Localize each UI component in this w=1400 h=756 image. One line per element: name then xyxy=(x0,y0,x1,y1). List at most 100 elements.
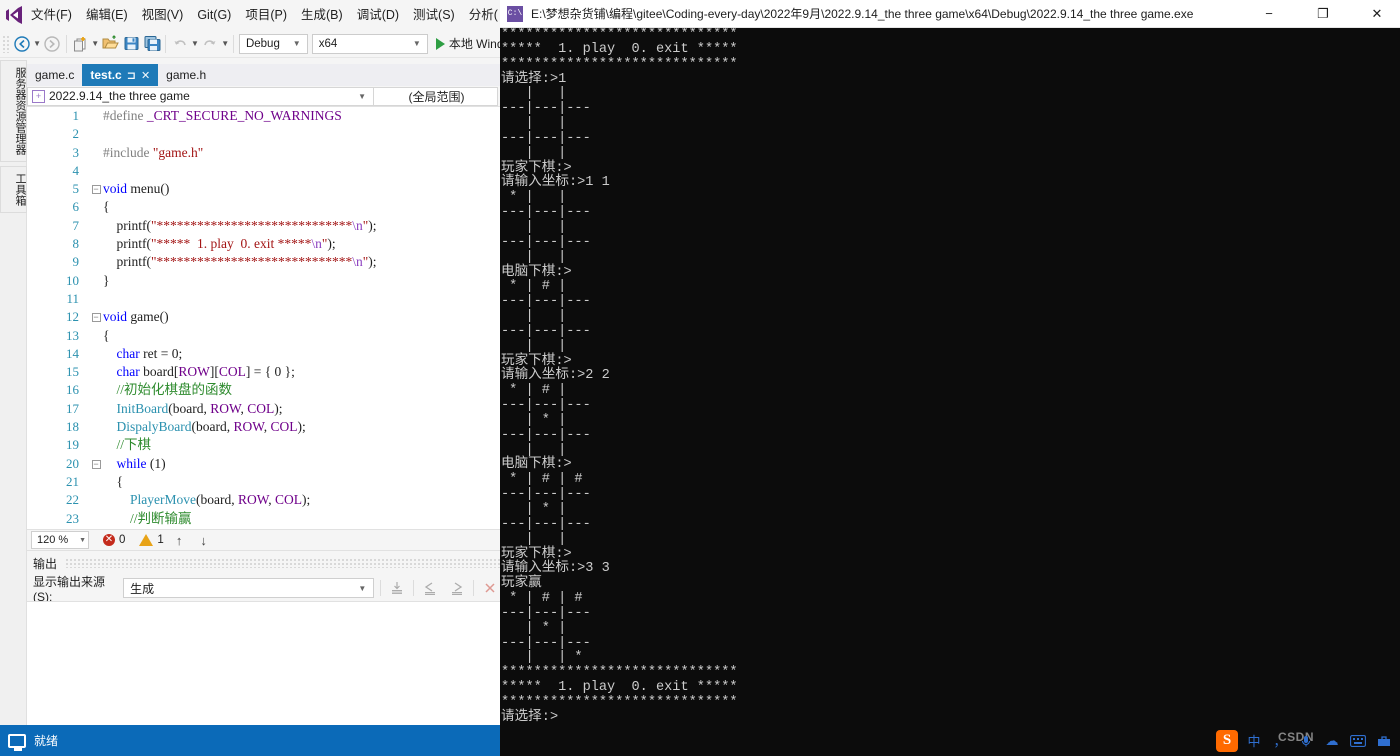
code-text: InitBoard(board, ROW, COL); xyxy=(116,400,283,416)
code-text: void game() xyxy=(103,309,169,325)
ime-mode-label[interactable]: 中 xyxy=(1244,731,1264,750)
code-line: 19 //下棋 xyxy=(27,436,500,454)
menu-item-analyze[interactable]: 分析( xyxy=(462,4,500,26)
fold-collapse-icon[interactable]: − xyxy=(89,308,103,326)
code-line: 17 InitBoard(board, ROW, COL); xyxy=(27,400,500,418)
console-title-text: E:\梦想杂货铺\编程\gitee\Coding-every-day\2022年… xyxy=(531,7,1194,21)
cloud-icon[interactable]: ☁ xyxy=(1322,733,1342,749)
menu-item-edit[interactable]: 编辑(E) xyxy=(79,4,135,26)
left-tool-rail: 服务器资源管理器 工具箱 xyxy=(0,60,27,725)
new-item-dropdown-caret-icon[interactable]: ▼ xyxy=(90,33,99,55)
menu-item-view[interactable]: 视图(V) xyxy=(135,4,191,26)
toolbar-grip[interactable] xyxy=(2,34,12,53)
code-line: 2 xyxy=(27,125,500,143)
tab-game-c[interactable]: game.c xyxy=(27,64,83,86)
fold-collapse-icon[interactable]: − xyxy=(89,180,103,198)
next-issue-icon[interactable]: ↓ xyxy=(194,533,213,548)
tab-label: test.c xyxy=(90,68,122,82)
maximize-button[interactable]: ❐ xyxy=(1300,0,1346,28)
console-line: * | # | xyxy=(501,279,591,295)
save-icon[interactable] xyxy=(121,33,142,55)
code-line: 3 #include "game.h" xyxy=(27,144,500,162)
toolbox-icon[interactable] xyxy=(1374,734,1394,748)
error-count: 0 xyxy=(119,534,126,546)
console-line: ---|---|--- xyxy=(501,516,591,532)
line-number: 20 xyxy=(66,455,79,471)
tab-game-h[interactable]: game.h xyxy=(158,64,215,86)
code-editor[interactable]: 1 #define _CRT_SECURE_NO_WARNINGS 2 3 #inclu… xyxy=(27,107,500,529)
menu-item-file[interactable]: 文件(F) xyxy=(24,4,79,26)
project-scope-dropdown[interactable]: + 2022.9.14_the three game ▼ xyxy=(27,86,374,106)
output-text-area[interactable] xyxy=(27,601,500,725)
code-line: 23 //判断输赢 xyxy=(27,510,500,528)
list-icon[interactable] xyxy=(387,578,407,598)
start-debug-button[interactable]: 本地 Wind xyxy=(435,35,500,52)
rail-tab-toolbox[interactable]: 工具箱 xyxy=(0,166,27,213)
zoom-level-dropdown[interactable]: 120 % ▼ xyxy=(31,531,89,549)
visual-studio-window: 文件(F) 编辑(E) 视图(V) Git(G) 项目(P) 生成(B) 调试(… xyxy=(0,0,500,756)
solution-platform-dropdown[interactable]: x64 ▼ xyxy=(311,33,428,54)
console-line: ---|---|--- xyxy=(501,234,591,250)
toolbar-separator xyxy=(165,34,167,53)
chevron-down-icon: ▼ xyxy=(292,39,301,48)
menu-item-debug[interactable]: 调试(D) xyxy=(350,4,406,26)
output-source-dropdown[interactable]: 生成 ▼ xyxy=(123,578,375,598)
minimize-button[interactable]: − xyxy=(1246,0,1292,28)
save-all-icon[interactable] xyxy=(142,33,163,55)
line-number: 6 xyxy=(72,199,80,215)
console-title-bar[interactable]: C:\ E:\梦想杂货铺\编程\gitee\Coding-every-day\2… xyxy=(500,0,1400,28)
code-text: DispalyBoard(board, ROW, COL); xyxy=(116,419,306,435)
menu-item-build[interactable]: 生成(B) xyxy=(294,4,350,26)
comma-icon[interactable]: ， xyxy=(1270,731,1290,750)
project-scope-value: 2022.9.14_the three game xyxy=(49,89,190,103)
tab-test-c[interactable]: test.c ⊐ ✕ xyxy=(82,64,159,86)
console-line: | * | xyxy=(501,412,591,428)
sogou-logo-icon[interactable]: S xyxy=(1216,729,1238,752)
console-line: 请输入坐标:>3 3 xyxy=(501,561,610,577)
wrap-lines-icon[interactable] xyxy=(420,578,440,598)
code-text: #include "game.h" xyxy=(103,144,204,160)
console-line: ***************************** xyxy=(501,694,738,710)
code-line: 10} xyxy=(27,272,500,290)
console-line: | | xyxy=(501,531,591,547)
ready-icon xyxy=(8,733,26,751)
solution-configuration-dropdown[interactable]: Debug ▼ xyxy=(238,33,308,54)
mic-icon[interactable] xyxy=(1296,734,1316,748)
rail-tab-server-explorer[interactable]: 服务器资源管理器 xyxy=(0,60,27,162)
console-output[interactable]: ***************************** ***** 1. pl… xyxy=(500,28,1400,756)
navigate-forward-icon[interactable] xyxy=(42,33,63,55)
menu-item-test[interactable]: 测试(S) xyxy=(406,4,462,26)
open-file-icon[interactable] xyxy=(100,33,121,55)
menu-item-git[interactable]: Git(G) xyxy=(190,4,238,26)
toggle-word-wrap-icon[interactable] xyxy=(480,578,500,598)
editor-status-strip: 120 % ▼ ✕ 0 1 ↑ ↓ xyxy=(27,529,500,551)
console-line: ---|---|--- xyxy=(501,635,591,651)
console-line: 玩家下棋:> xyxy=(501,353,572,369)
code-text: { xyxy=(103,199,110,215)
new-item-icon[interactable] xyxy=(70,33,91,55)
close-button[interactable]: ✕ xyxy=(1354,0,1400,28)
pin-icon[interactable]: ⊐ xyxy=(127,69,136,82)
clear-all-icon[interactable] xyxy=(447,578,467,598)
console-line: * | # | # xyxy=(501,472,591,488)
ime-toolbar: S 中 ， ☁ xyxy=(1210,725,1400,756)
member-scope-dropdown[interactable]: (全局范围) xyxy=(374,86,498,106)
line-number: 7 xyxy=(72,217,80,233)
console-line: 电脑下棋:> xyxy=(501,264,572,280)
warning-count-group[interactable]: 1 xyxy=(139,534,164,546)
fold-collapse-icon[interactable]: − xyxy=(89,455,103,473)
navigate-back-icon[interactable] xyxy=(11,33,32,55)
status-bar: 就绪 xyxy=(0,725,500,756)
console-line: 电脑下棋:> xyxy=(501,457,572,473)
code-line: 1 #define _CRT_SECURE_NO_WARNINGS xyxy=(27,107,500,125)
back-dropdown-caret-icon[interactable]: ▼ xyxy=(32,33,41,55)
toolbar-separator xyxy=(472,580,474,596)
close-icon[interactable]: ✕ xyxy=(141,69,150,82)
chevron-down-icon: ▼ xyxy=(358,91,366,101)
menu-item-project[interactable]: 项目(P) xyxy=(238,4,294,26)
previous-issue-icon[interactable]: ↑ xyxy=(170,533,189,548)
console-line: ---|---|--- xyxy=(501,101,591,117)
keyboard-icon[interactable] xyxy=(1348,734,1368,747)
error-count-group[interactable]: ✕ 0 xyxy=(103,534,125,546)
output-pane: 输出 显示输出来源(S): 生成 ▼ xyxy=(27,551,500,725)
